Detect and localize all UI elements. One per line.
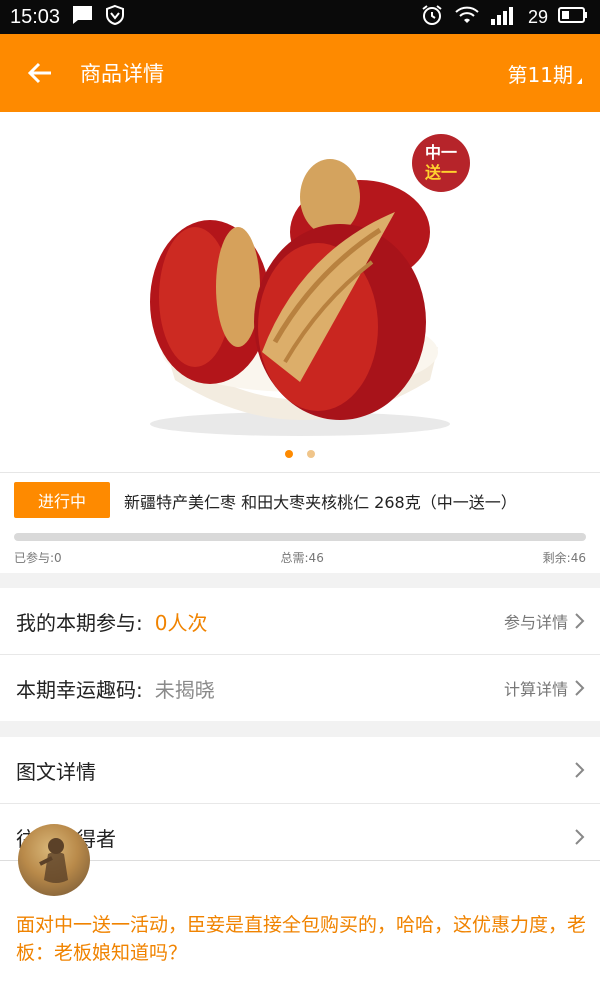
avatar-image [39, 838, 68, 883]
dropdown-triangle-icon [577, 77, 582, 84]
chevron-right-icon [575, 829, 585, 845]
my-participation-row: 我的本期参与: 0人次 参与详情 [0, 588, 600, 654]
details-chevron [574, 761, 600, 779]
status-time: 15:03 [10, 5, 61, 28]
product-image-carousel[interactable]: 中一 送一 [0, 112, 600, 472]
participation-details-label: 参与详情 [503, 613, 568, 632]
wifi-icon [454, 5, 480, 30]
battery-icon [558, 6, 588, 29]
carousel-dot-active[interactable] [285, 450, 293, 458]
image-text-details-label: 图文详情 [16, 759, 96, 784]
carousel-dot[interactable] [307, 450, 315, 458]
signal-icon [490, 4, 518, 31]
avatar[interactable] [18, 824, 90, 896]
lucky-code-value: 未揭晓 [154, 677, 215, 702]
remaining-count: 剩余:46 [542, 551, 586, 565]
lucky-code-row: 本期幸运趣码: 未揭晓 计算详情 [0, 655, 600, 721]
alarm-icon [420, 3, 444, 32]
shield-icon [104, 4, 126, 30]
total-needed: 总需:46 [280, 551, 324, 565]
product-image [150, 159, 450, 436]
status-bar: 15:03 29 [0, 0, 600, 34]
calculation-details-label: 计算详情 [503, 680, 568, 699]
image-text-details-row[interactable]: 图文详情 [0, 737, 600, 803]
buy-one-get-one-badge: 中一 送一 [412, 134, 470, 192]
product-name: 新疆特产美仁枣 和田大枣夹核桃仁 268克（中一送一） [124, 493, 517, 512]
battery-level: 29 [527, 6, 548, 27]
product-info: 进行中 新疆特产美仁枣 和田大枣夹核桃仁 268克（中一送一） 已参与:0 总需… [0, 472, 600, 573]
lucky-code-label: 本期幸运趣码: [16, 677, 143, 702]
progress-bar [14, 533, 586, 541]
badge-line-1: 中一 [424, 143, 457, 162]
badge-line-2: 送一 [424, 163, 457, 182]
participation-details-link[interactable]: 参与详情 [504, 609, 600, 633]
page-title: 商品详情 [80, 62, 164, 86]
my-participation-value: 0人次 [154, 610, 208, 635]
arrow-left-icon [27, 62, 51, 84]
period-label: 第11期 [507, 62, 573, 87]
chevron-right-icon [575, 762, 585, 778]
my-participation-label: 我的本期参与: [16, 610, 143, 635]
calculation-details-link[interactable]: 计算详情 [504, 676, 600, 700]
message-icon [70, 4, 94, 30]
carousel-indicator [0, 450, 600, 458]
app-bar: 商品详情 第11期 [0, 34, 600, 112]
participated-count: 已参与:0 [14, 551, 62, 565]
status-badge: 进行中 [14, 482, 110, 518]
progress-stats: 已参与:0 总需:46 剩余:46 [14, 549, 586, 566]
back-button[interactable] [0, 34, 80, 112]
comment-popup: 面对中一送一活动，臣妾是直接全包购买的，哈哈，这优惠力度，老板：老板娘知道吗？ [0, 860, 600, 1001]
period-selector[interactable]: 第11期 [508, 59, 600, 88]
chevron-right-icon [575, 613, 585, 629]
chevron-right-icon [575, 680, 585, 696]
comment-text: 面对中一送一活动，臣妾是直接全包购买的，哈哈，这优惠力度，老板：老板娘知道吗？ [16, 914, 587, 964]
past-winners-chevron [574, 828, 600, 846]
